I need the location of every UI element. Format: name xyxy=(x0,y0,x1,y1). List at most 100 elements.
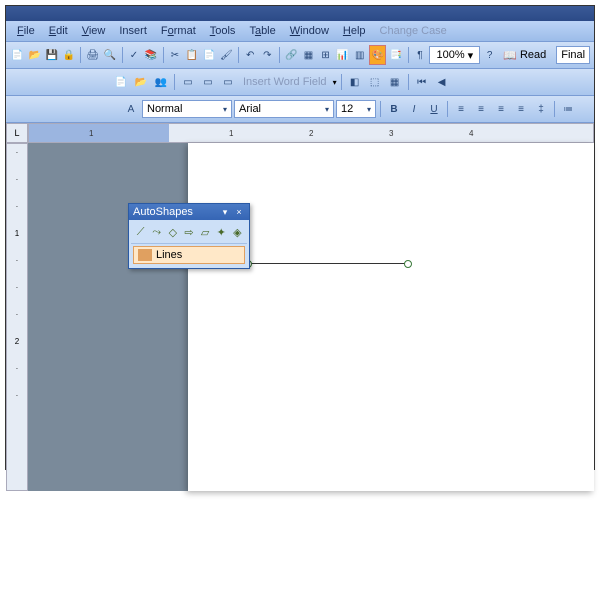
word-window: FFileile EditEdit ViewView Insert Format… xyxy=(5,5,595,470)
mm-match-icon[interactable]: ⬚ xyxy=(366,73,384,91)
help-icon[interactable]: ? xyxy=(482,46,497,64)
autoshapes-toolbar[interactable]: AutoShapes ▾ × ⟋ ⤳ ◇ ⇨ ▱ ✦ ◈ Lines xyxy=(128,203,250,269)
show-hide-icon[interactable]: ¶ xyxy=(412,46,427,64)
new-doc-icon[interactable]: 📄 xyxy=(10,46,25,64)
connectors-category-icon[interactable]: ⤳ xyxy=(149,224,164,241)
format-painter-icon[interactable]: 🖌 xyxy=(219,46,234,64)
read-button[interactable]: 📖 Read xyxy=(499,49,550,62)
mm-first-icon[interactable]: ⏮ xyxy=(413,73,431,91)
chevron-down-icon: ▾ xyxy=(223,105,227,114)
ruler-mark: · xyxy=(16,364,19,373)
open-icon[interactable]: 📂 xyxy=(27,46,42,64)
drawing-icon[interactable]: 🎨 xyxy=(369,45,386,65)
hyperlink-icon[interactable]: 🔗 xyxy=(284,46,299,64)
autoshapes-title-label: AutoShapes xyxy=(133,206,193,218)
lines-button[interactable]: Lines xyxy=(133,246,245,264)
autoshapes-titlebar[interactable]: AutoShapes ▾ × xyxy=(129,204,249,220)
review-display-dropdown[interactable]: Final xyxy=(556,46,590,64)
separator xyxy=(408,74,409,90)
menu-file[interactable]: FFileile xyxy=(11,23,41,39)
ruler-mark: 1 xyxy=(89,129,93,138)
ruler-mark: 1 xyxy=(229,129,233,138)
lines-icon xyxy=(138,249,152,261)
menu-help[interactable]: HelpHelp xyxy=(337,23,372,39)
menu-tools[interactable]: ToolsTools xyxy=(204,23,242,39)
font-dropdown[interactable]: Arial ▾ xyxy=(234,100,334,118)
cut-icon[interactable]: ✂ xyxy=(167,46,182,64)
mm-field-icon[interactable]: ▭ xyxy=(219,73,237,91)
permission-icon[interactable]: 🔒 xyxy=(61,46,76,64)
align-center-icon[interactable]: ≡ xyxy=(472,100,490,118)
mm-highlight-icon[interactable]: ◧ xyxy=(346,73,364,91)
redo-icon[interactable]: ↷ xyxy=(260,46,275,64)
save-icon[interactable]: 💾 xyxy=(44,46,59,64)
menu-window[interactable]: WindowWindow xyxy=(284,23,335,39)
mm-block-icon[interactable]: ▭ xyxy=(179,73,197,91)
autoshapes-body: ⟋ ⤳ ◇ ⇨ ▱ ✦ ◈ Lines xyxy=(129,220,249,268)
underline-icon[interactable]: U xyxy=(425,100,443,118)
flowchart-icon[interactable]: ▱ xyxy=(198,224,213,241)
align-right-icon[interactable]: ≡ xyxy=(492,100,510,118)
preview-icon[interactable]: 🔍 xyxy=(102,46,117,64)
table-insert-icon[interactable]: ⊞ xyxy=(318,46,333,64)
ruler-mark: 2 xyxy=(15,337,19,346)
italic-icon[interactable]: I xyxy=(405,100,423,118)
ruler-mark: · xyxy=(16,256,19,265)
print-icon[interactable]: 🖨 xyxy=(85,46,100,64)
ruler-mark: · xyxy=(16,391,19,400)
close-icon[interactable]: × xyxy=(233,206,245,218)
insert-field-label[interactable]: Insert Word Field xyxy=(239,76,331,88)
tables-icon[interactable]: ▦ xyxy=(301,46,316,64)
page[interactable] xyxy=(188,143,594,491)
menu-insert[interactable]: Insert xyxy=(113,23,153,39)
mm-main-icon[interactable]: 📄 xyxy=(112,73,130,91)
menubar: FFileile EditEdit ViewView Insert Format… xyxy=(6,21,594,42)
mm-greeting-icon[interactable]: ▭ xyxy=(199,73,217,91)
lines-category-icon[interactable]: ⟋ xyxy=(133,224,148,241)
menu-format[interactable]: FormatFormat xyxy=(155,23,202,39)
numbering-icon[interactable]: ≔ xyxy=(559,100,577,118)
dropdown-icon[interactable]: ▾ xyxy=(219,206,231,218)
basic-shapes-icon[interactable]: ◇ xyxy=(165,224,180,241)
ruler-mark: · xyxy=(16,310,19,319)
vertical-ruler[interactable]: · · · 1 · · · 2 · · xyxy=(6,143,28,491)
menu-change-case[interactable]: Change Case xyxy=(374,23,453,39)
columns-icon[interactable]: ▥ xyxy=(352,46,367,64)
undo-icon[interactable]: ↶ xyxy=(243,46,258,64)
size-dropdown[interactable]: 12 ▾ xyxy=(336,100,376,118)
style-dropdown[interactable]: Normal ▾ xyxy=(142,100,232,118)
menu-table[interactable]: TableTable xyxy=(243,23,281,39)
excel-icon[interactable]: 📊 xyxy=(335,46,350,64)
copy-icon[interactable]: 📋 xyxy=(185,46,200,64)
block-arrows-icon[interactable]: ⇨ xyxy=(181,224,196,241)
mm-open-icon[interactable]: 📂 xyxy=(132,73,150,91)
styles-icon[interactable]: A xyxy=(122,100,140,118)
menu-edit[interactable]: EditEdit xyxy=(43,23,74,39)
workspace: · · · 1 · · · 2 · · xyxy=(6,143,594,491)
paste-icon[interactable]: 📄 xyxy=(202,46,217,64)
separator xyxy=(341,74,342,90)
align-left-icon[interactable]: ≡ xyxy=(452,100,470,118)
line-shape[interactable] xyxy=(248,263,408,264)
bold-icon[interactable]: B xyxy=(385,100,403,118)
justify-icon[interactable]: ≡ xyxy=(512,100,530,118)
menu-view[interactable]: ViewView xyxy=(76,23,112,39)
resize-handle-end[interactable] xyxy=(404,260,412,268)
doc-map-icon[interactable]: 📑 xyxy=(388,46,403,64)
separator xyxy=(80,47,81,63)
research-icon[interactable]: 📚 xyxy=(143,46,158,64)
document-area[interactable] xyxy=(28,143,594,491)
mm-prev-icon[interactable]: ◀ xyxy=(433,73,451,91)
separator xyxy=(122,47,123,63)
mm-labels-icon[interactable]: ▦ xyxy=(386,73,404,91)
separator xyxy=(163,47,164,63)
zoom-dropdown[interactable]: 100% ▾ xyxy=(429,46,480,64)
stars-icon[interactable]: ✦ xyxy=(214,224,229,241)
line-spacing-icon[interactable]: ‡ xyxy=(532,100,550,118)
spelling-icon[interactable]: ✓ xyxy=(126,46,141,64)
callouts-icon[interactable]: ◈ xyxy=(230,224,245,241)
tab-selector[interactable]: L xyxy=(6,123,28,143)
chevron-down-icon[interactable]: ▾ xyxy=(333,78,337,87)
horizontal-ruler[interactable]: 1 1 2 3 4 xyxy=(28,123,594,143)
mm-recipients-icon[interactable]: 👥 xyxy=(152,73,170,91)
